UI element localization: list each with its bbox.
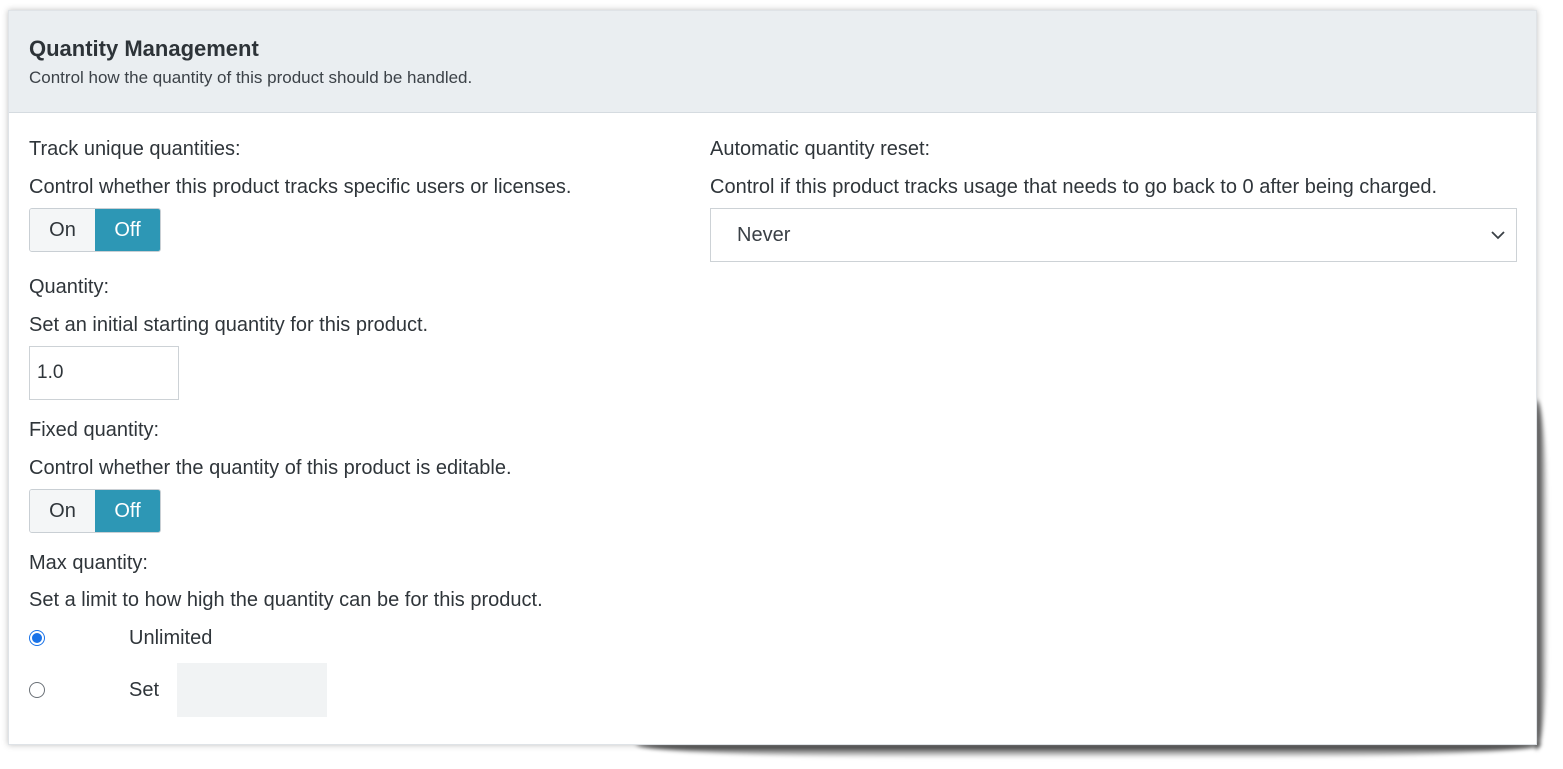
quantity-input[interactable]: 1.0: [29, 346, 179, 400]
panel-subtitle: Control how the quantity of this product…: [29, 68, 473, 87]
fixed-quantity-off-button[interactable]: Off: [95, 490, 160, 532]
max-quantity-set-input[interactable]: [177, 663, 328, 717]
page-shadow: [636, 744, 1541, 758]
set-label: Set: [129, 678, 160, 701]
left-column: Track unique quantities: Control whether…: [29, 136, 669, 717]
chevron-down-icon: [1490, 227, 1506, 243]
quantity-label: Quantity:: [29, 276, 110, 298]
quantity-management-panel: Quantity Management Control how the quan…: [8, 10, 1537, 745]
fixed-quantity-label: Fixed quantity:: [29, 419, 160, 441]
track-unique-toggle: On Off: [29, 208, 161, 252]
panel-title: Quantity Management: [29, 36, 259, 61]
set-option: Set: [29, 663, 669, 717]
fixed-quantity-description: Control whether the quantity of this pro…: [29, 457, 512, 479]
track-unique-description: Control whether this product tracks spec…: [29, 176, 572, 198]
auto-reset-select[interactable]: Never: [710, 208, 1517, 262]
set-radio[interactable]: [29, 682, 45, 698]
max-quantity-label: Max quantity:: [29, 552, 148, 574]
fixed-quantity-on-button[interactable]: On: [30, 490, 95, 532]
right-column: Automatic quantity reset: Control if thi…: [710, 136, 1518, 262]
track-unique-on-button[interactable]: On: [30, 209, 95, 251]
fixed-quantity-toggle: On Off: [29, 489, 161, 533]
auto-reset-description: Control if this product tracks usage tha…: [710, 176, 1438, 198]
quantity-description: Set an initial starting quantity for thi…: [29, 314, 429, 336]
max-quantity-description: Set a limit to how high the quantity can…: [29, 589, 543, 611]
track-unique-label: Track unique quantities:: [29, 138, 241, 160]
panel-header: Quantity Management Control how the quan…: [9, 11, 1536, 113]
track-unique-off-button[interactable]: Off: [95, 209, 160, 251]
auto-reset-label: Automatic quantity reset:: [710, 138, 931, 160]
auto-reset-selected-value: Never: [737, 223, 791, 246]
unlimited-label: Unlimited: [129, 626, 213, 649]
unlimited-option[interactable]: Unlimited: [29, 625, 669, 651]
unlimited-radio[interactable]: [29, 630, 45, 646]
page-shadow-side: [1536, 400, 1548, 750]
